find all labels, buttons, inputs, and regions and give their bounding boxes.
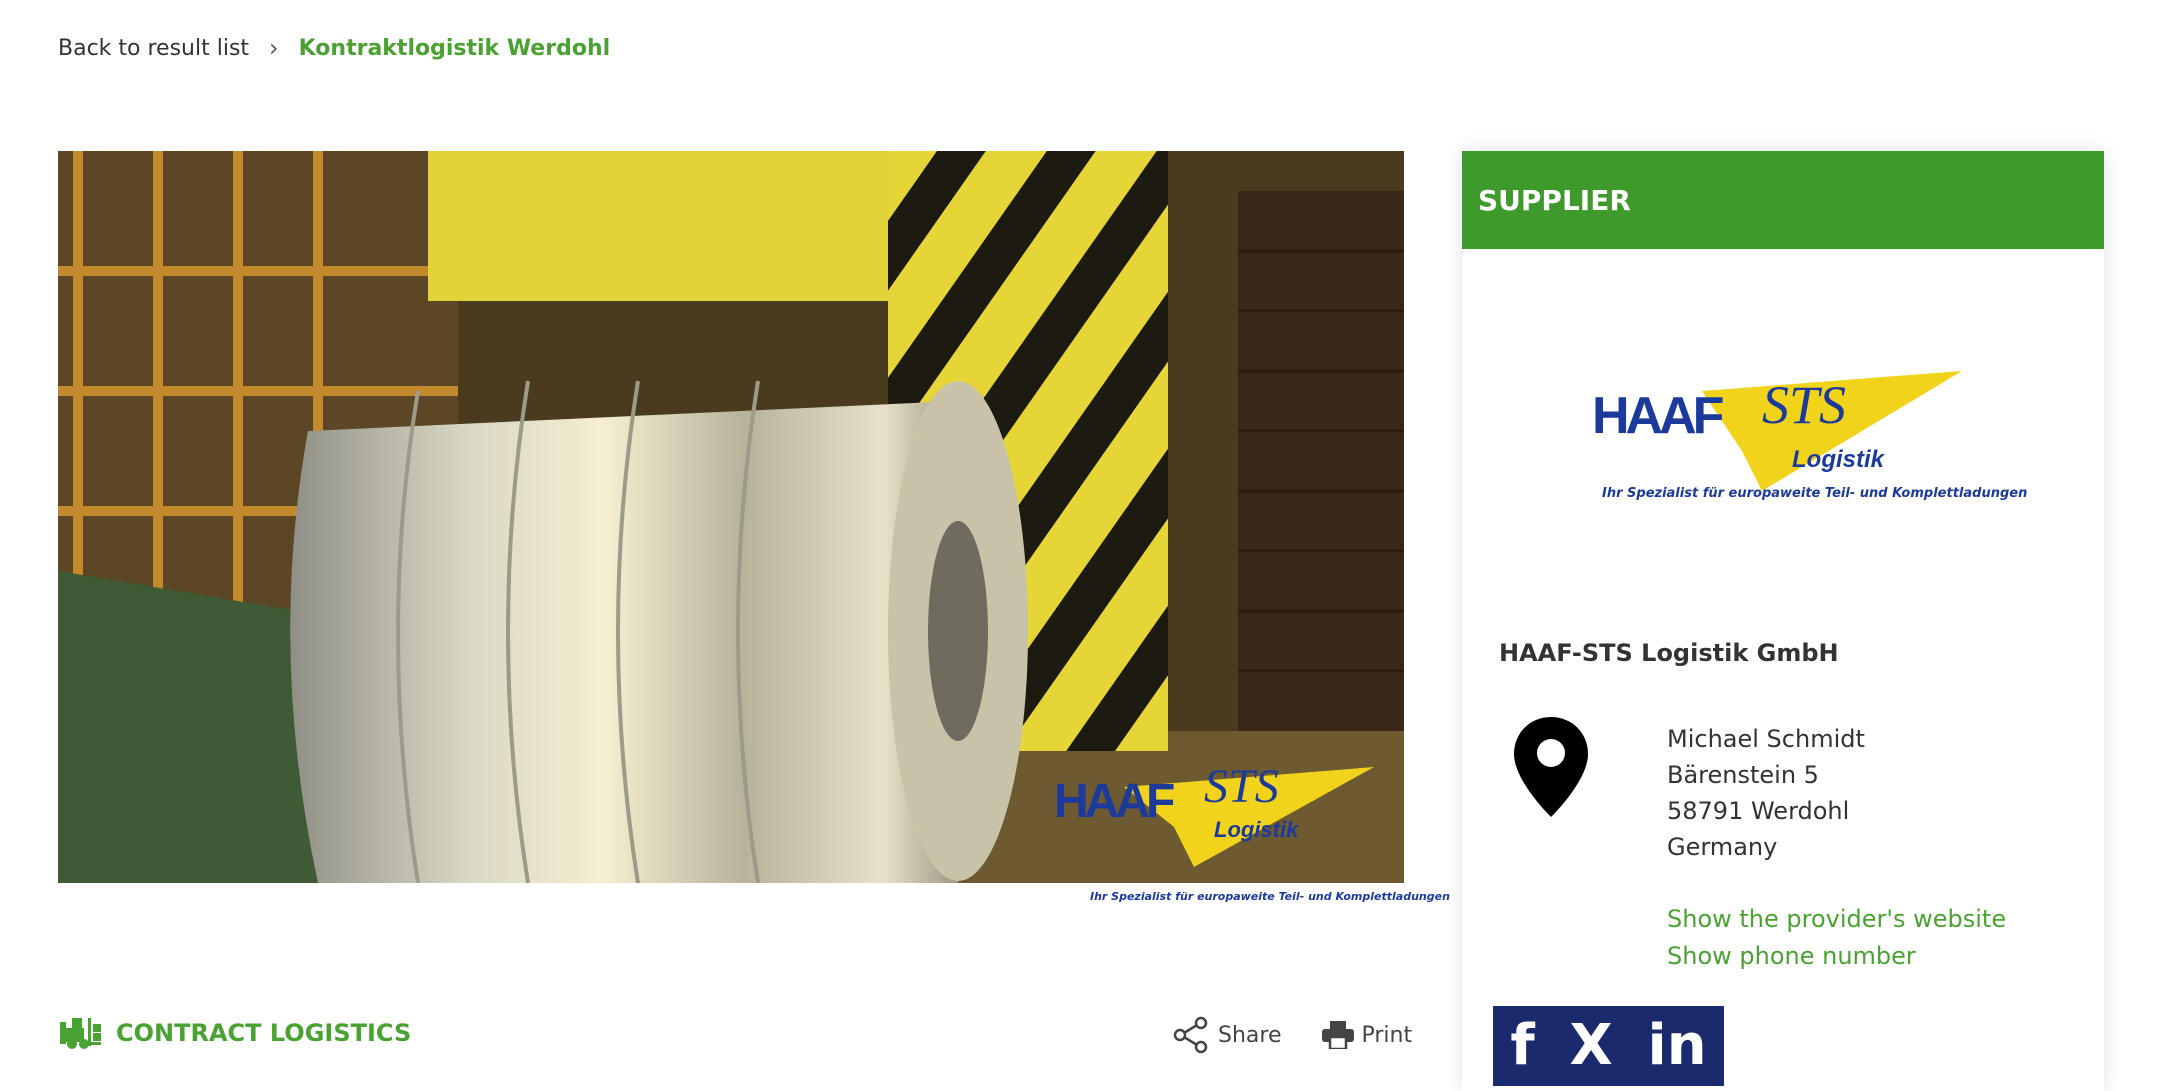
address-country: Germany: [1667, 833, 1778, 861]
category-text: CONTRACT LOGISTICS: [116, 1019, 412, 1047]
printer-icon: [1321, 1021, 1354, 1049]
address-street: Bärenstein 5: [1667, 761, 1819, 789]
svg-text:STS: STS: [1204, 760, 1279, 813]
supplier-address: Michael Schmidt Bärenstein 5 58791 Werdo…: [1667, 721, 1865, 865]
share-label: Share: [1218, 1022, 1282, 1048]
social-links: f X in: [1493, 1006, 1724, 1086]
back-to-results-link[interactable]: Back to result list: [58, 36, 249, 61]
provider-website-link[interactable]: Show the provider's website: [1667, 901, 2006, 938]
facebook-icon[interactable]: f: [1510, 1018, 1534, 1074]
svg-text:HAAF: HAAF: [1054, 775, 1174, 828]
category-label: CONTRACT LOGISTICS: [58, 1016, 411, 1050]
svg-text:STS: STS: [1762, 375, 1846, 435]
chevron-right-icon: ›: [269, 34, 279, 62]
supplier-heading: SUPPLIER: [1462, 151, 2104, 249]
company-name: HAAF-STS Logistik GmbH: [1499, 639, 1839, 667]
supplier-card: SUPPLIER HAAF STS Logistik Ihr Spezialis…: [1462, 151, 2104, 1091]
breadcrumb-current: Kontraktlogistik Werdohl: [298, 35, 611, 61]
location-pin-icon: [1514, 717, 1588, 817]
share-icon: [1173, 1016, 1208, 1054]
supplier-logo-caption: Ihr Spezialist für europaweite Teil- und…: [1602, 486, 2028, 501]
print-label: Print: [1361, 1022, 1413, 1048]
show-phone-link[interactable]: Show phone number: [1667, 938, 2006, 975]
share-button[interactable]: Share: [1172, 1016, 1282, 1054]
svg-text:Logistik: Logistik: [1792, 446, 1886, 473]
svg-text:HAAF: HAAF: [1592, 387, 1723, 445]
svg-text:Logistik: Logistik: [1214, 817, 1300, 842]
haaf-sts-logo: HAAF STS Logistik: [1054, 760, 1374, 867]
print-button[interactable]: Print: [1321, 1021, 1413, 1049]
address-city: 58791 Werdohl: [1667, 797, 1850, 825]
breadcrumb: Back to result list › Kontraktlogistik W…: [58, 34, 610, 62]
supplier-links: Show the provider's website Show phone n…: [1667, 901, 2006, 975]
hero-logo-caption: Ihr Spezialist für europaweite Teil- und…: [1090, 890, 1450, 903]
hero-image: HAAF STS Logistik: [58, 151, 1404, 883]
x-icon[interactable]: X: [1570, 1018, 1613, 1074]
page-actions: Share Print: [1172, 1016, 1412, 1054]
linkedin-icon[interactable]: in: [1648, 1018, 1707, 1074]
forklift-icon: [60, 1018, 101, 1049]
contact-name: Michael Schmidt: [1667, 725, 1865, 753]
